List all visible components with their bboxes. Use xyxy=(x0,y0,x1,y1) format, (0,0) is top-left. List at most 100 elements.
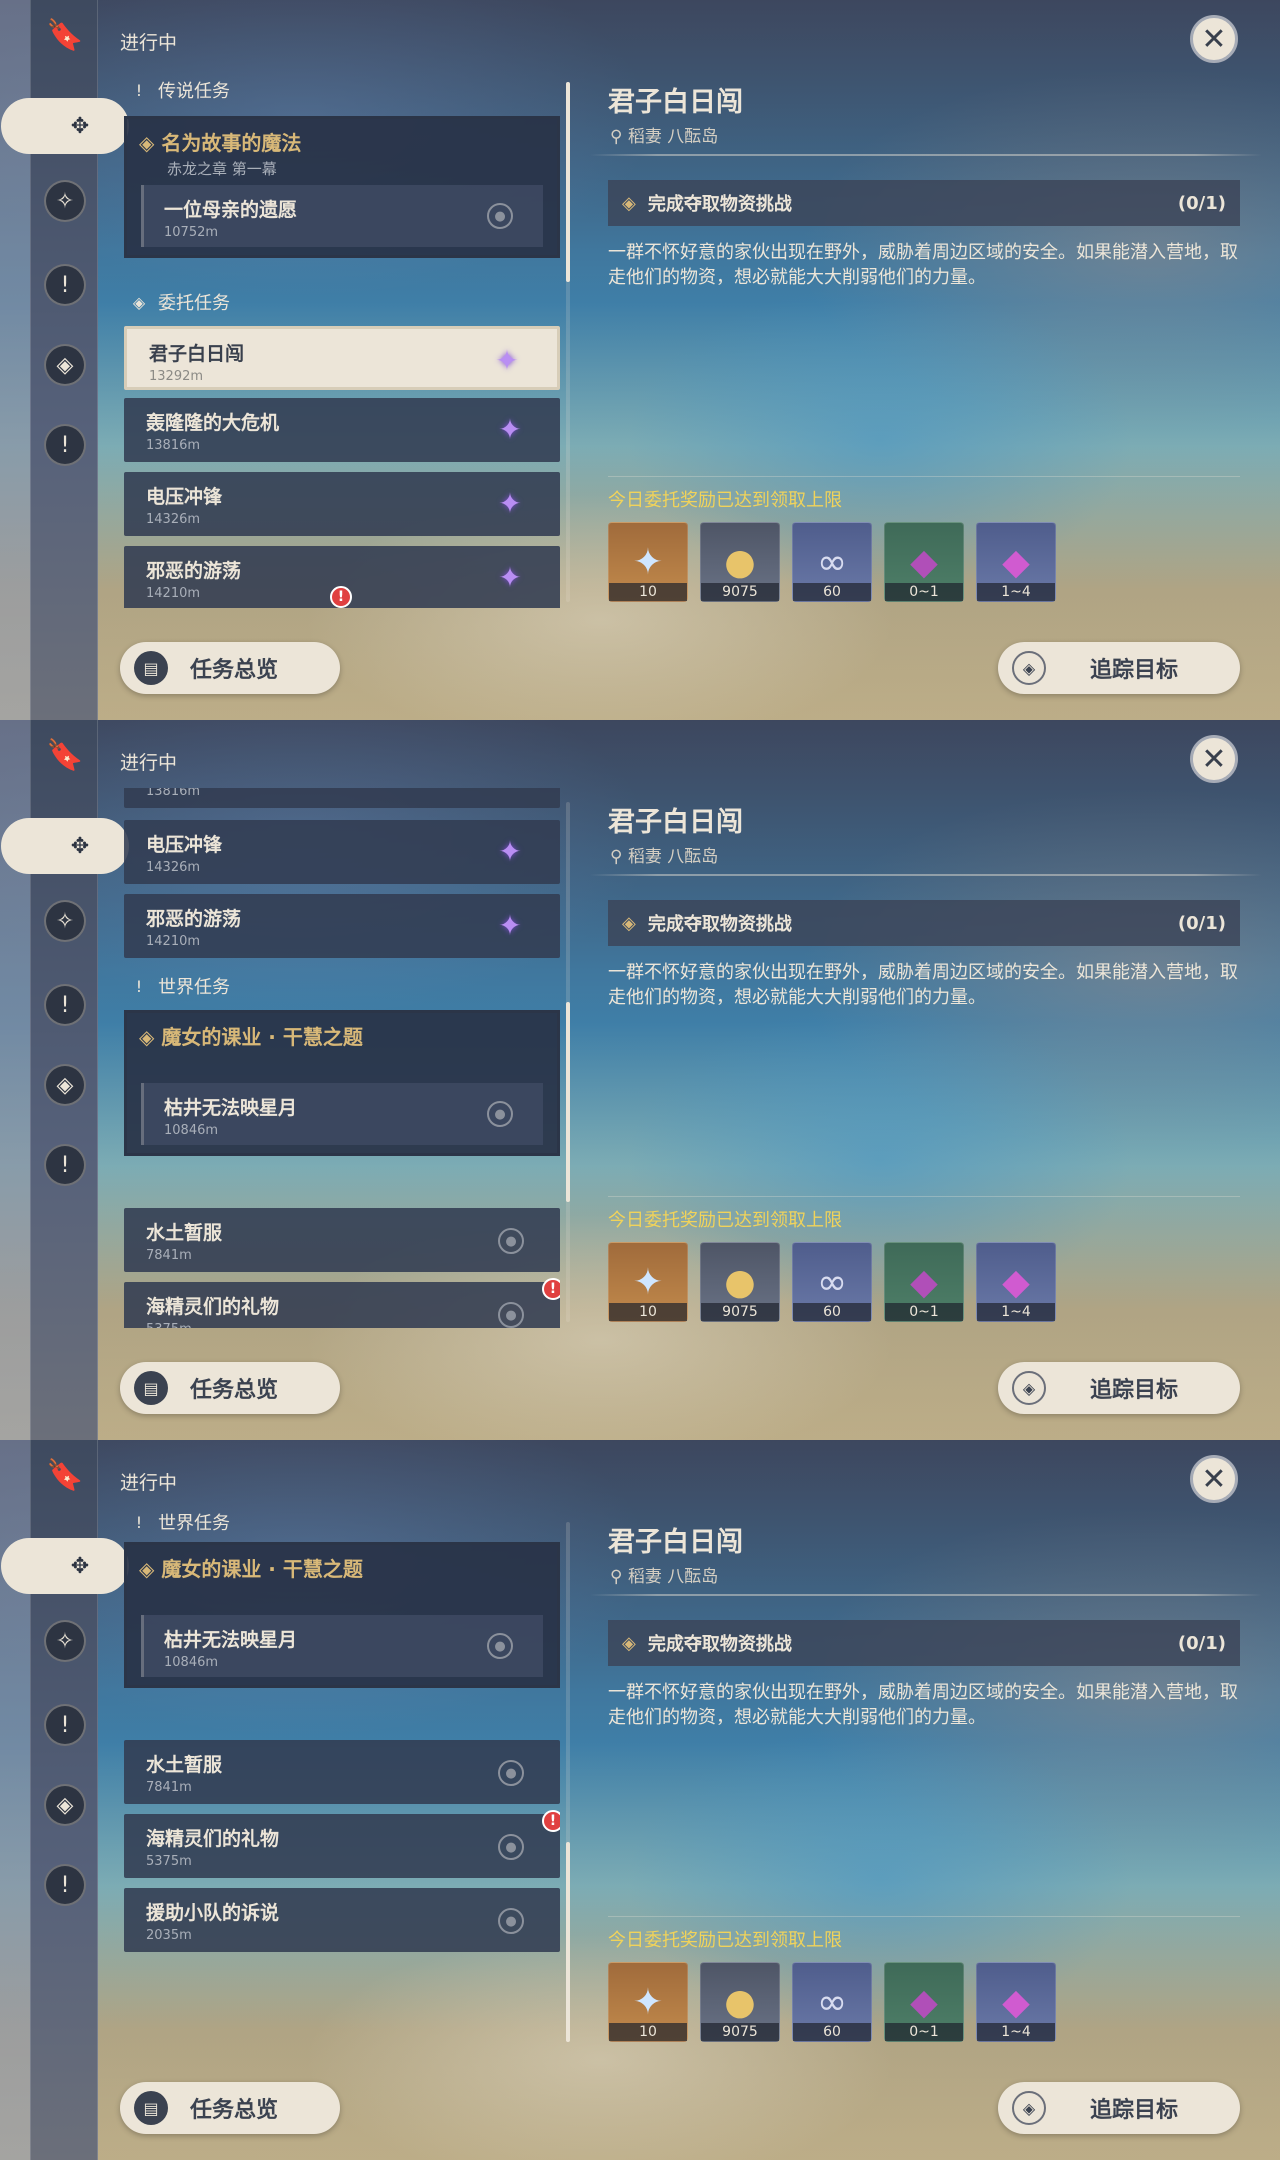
scrollbar[interactable] xyxy=(566,1522,570,2042)
quest-card-c4[interactable]: 邪恶的游荡 14210m ✦ xyxy=(124,894,560,958)
alert-icon: ! xyxy=(542,1278,560,1300)
sidebar: 🔖 ✥ ✧ ! ◈ ! xyxy=(1,0,129,720)
location-pin-icon[interactable]: ● xyxy=(498,1302,524,1328)
bookmark-icon[interactable]: 🔖 xyxy=(44,1454,86,1496)
objective-row: ◈ 完成夺取物资挑战 (0/1) xyxy=(608,1620,1240,1666)
primogem-icon[interactable]: ✦ 10 xyxy=(608,522,688,602)
in-progress-label: 进行中 xyxy=(120,1472,178,1494)
commission-star-icon: ✦ xyxy=(498,835,522,868)
divider xyxy=(608,1196,1240,1197)
crystal-purple-icon[interactable]: ◆ 1~4 xyxy=(976,522,1056,602)
close-button[interactable]: ✕ xyxy=(1190,1455,1238,1503)
quest-overview-button[interactable]: ▤ 任务总览 xyxy=(120,642,340,694)
quest-card-c4[interactable]: 邪恶的游荡 14210m ✦! xyxy=(124,546,560,608)
primogem-icon[interactable]: ✦ 10 xyxy=(608,1962,688,2042)
archon-icon[interactable]: ✧ xyxy=(44,180,86,222)
story-icon[interactable]: ! xyxy=(44,984,86,1026)
bookmark-icon[interactable]: 🔖 xyxy=(44,734,86,776)
mora-icon[interactable]: ● 9075 xyxy=(700,1962,780,2042)
commission-icon[interactable]: ◈ xyxy=(44,1064,86,1106)
companionship-icon[interactable]: ∞ 60 xyxy=(792,1242,872,1322)
location-pin-icon[interactable]: ● xyxy=(498,1908,524,1934)
archon-icon[interactable]: ✧ xyxy=(44,900,86,942)
quest-description: 一群不怀好意的家伙出现在野外，威胁着周边区域的安全。如果能潜入营地，取走他们的物… xyxy=(608,242,1238,288)
archon-sub-quest[interactable]: 一位母亲的遗愿 10752m ● xyxy=(141,185,543,247)
story-icon[interactable]: ! xyxy=(44,264,86,306)
section-archon: ! 传说任务 xyxy=(130,76,230,104)
quest-overview-button[interactable]: ▤ 任务总览 xyxy=(120,2082,340,2134)
world-sub-quest[interactable]: 枯井无法映星月 10846m ● xyxy=(141,1615,543,1677)
mora-icon[interactable]: ● 9075 xyxy=(700,1242,780,1322)
close-button[interactable]: ✕ xyxy=(1190,15,1238,63)
commission-star-icon: ✦ xyxy=(498,909,522,942)
location-pin-icon[interactable]: ● xyxy=(498,1228,524,1254)
crystal-green-icon[interactable]: ◆ 0~1 xyxy=(884,522,964,602)
quest-list[interactable]: ! 传说任务 ◈ 名为故事的魔法 赤龙之章 第一幕 一位母亲的遗愿 10752m ● ◈… xyxy=(120,68,560,608)
crystal-purple-icon[interactable]: ◆ 1~4 xyxy=(976,1962,1056,2042)
scroll-thumb[interactable] xyxy=(566,82,570,282)
world-icon[interactable]: ! xyxy=(44,1144,86,1186)
location-pin-icon[interactable]: ● xyxy=(498,1760,524,1786)
track-button[interactable]: ◈ 追踪目标 xyxy=(998,2082,1240,2134)
crystal-green-icon[interactable]: ◆ 0~1 xyxy=(884,1242,964,1322)
location-pin-icon[interactable]: ● xyxy=(487,203,513,229)
quest-all-icon[interactable]: ✥ xyxy=(1,818,129,874)
quest-list[interactable]: ! 世界任务 ◈ 魔女的课业 · 干慧之题 枯井无法映星月 10846m ● 水土暂服… xyxy=(120,1508,560,2048)
sidebar: 🔖 ✥ ✧ ! ◈ ! xyxy=(1,720,129,1440)
mora-icon[interactable]: ● 9075 xyxy=(700,522,780,602)
section-world: ! 世界任务 xyxy=(130,972,230,1000)
quest-card-w4[interactable]: 援助小队的诉说 2035m ● xyxy=(124,1888,560,1952)
quest-card-w2[interactable]: 水土暂服 7841m ● xyxy=(124,1740,560,1804)
quest-list[interactable]: 轰隆隆的大危机13816m✦ 电压冲锋14326m✦ 邪恶的游荡14210m✦ … xyxy=(120,788,560,1328)
quest-overview-button[interactable]: ▤ 任务总览 xyxy=(120,1362,340,1414)
objective-row: ◈ 完成夺取物资挑战 (0/1) xyxy=(608,180,1240,226)
story-icon[interactable]: ! xyxy=(44,1704,86,1746)
objective-icon: ◈ xyxy=(622,912,636,934)
scrollbar[interactable] xyxy=(566,802,570,1322)
world-sub-quest[interactable]: 枯井无法映星月 10846m ● xyxy=(141,1083,543,1145)
world-quest-group[interactable]: ◈ 魔女的课业 · 干慧之题 枯井无法映星月 10846m ● xyxy=(124,1542,560,1688)
commission-icon[interactable]: ◈ xyxy=(44,1784,86,1826)
quest-card-w2[interactable]: 水土暂服 7841m ● xyxy=(124,1208,560,1272)
location-pin-icon[interactable]: ● xyxy=(487,1101,513,1127)
quest-card-c2[interactable]: 轰隆隆的大危机13816m✦ xyxy=(124,788,560,808)
commission-star-icon: ✦ xyxy=(498,561,522,594)
world-icon[interactable]: ! xyxy=(44,424,86,466)
world-icon[interactable]: ! xyxy=(44,1864,86,1906)
quest-card-c3[interactable]: 电压冲锋 14326m ✦ xyxy=(124,472,560,536)
bookmark-icon[interactable]: 🔖 xyxy=(44,14,86,56)
commission-icon[interactable]: ◈ xyxy=(44,344,86,386)
track-icon: ◈ xyxy=(1012,2091,1046,2125)
quest-all-icon[interactable]: ✥ xyxy=(1,1538,129,1594)
commission-small-icon: ◈ xyxy=(132,292,146,312)
location-pin-icon[interactable]: ● xyxy=(487,1633,513,1659)
location-pin-icon: ⚲ xyxy=(610,1567,628,1587)
quest-all-icon[interactable]: ✥ xyxy=(1,98,129,154)
reward-list: ✦ 10 ● 9075 ∞ 60 ◆ 0~1 ◆ 1~4 xyxy=(608,1242,1056,1322)
quest-card-c1[interactable]: 君子白日闯 13292m ✦ xyxy=(124,326,560,390)
quest-card-c2[interactable]: 轰隆隆的大危机13816m✦ xyxy=(124,398,560,462)
quest-card-w3[interactable]: 海精灵们的礼物5375m●! xyxy=(124,1810,560,1878)
quest-card-w3[interactable]: 海精灵们的礼物5375m●! xyxy=(124,1278,560,1328)
archon-quest-group[interactable]: ◈ 名为故事的魔法 赤龙之章 第一幕 一位母亲的遗愿 10752m ● xyxy=(124,116,560,258)
world-quest-group[interactable]: ◈ 魔女的课业 · 干慧之题 枯井无法映星月 10846m ● xyxy=(124,1010,560,1156)
close-button[interactable]: ✕ xyxy=(1190,735,1238,783)
track-button[interactable]: ◈ 追踪目标 xyxy=(998,1362,1240,1414)
location-pin-icon: ⚲ xyxy=(610,127,628,147)
scroll-thumb[interactable] xyxy=(566,1842,570,2042)
detail-title: 君子白日闯 xyxy=(608,87,743,118)
archon-icon[interactable]: ✧ xyxy=(44,1620,86,1662)
companionship-icon[interactable]: ∞ 60 xyxy=(792,1962,872,2042)
quest-card-c3[interactable]: 电压冲锋 14326m ✦ xyxy=(124,820,560,884)
track-button[interactable]: ◈ 追踪目标 xyxy=(998,642,1240,694)
companionship-icon[interactable]: ∞ 60 xyxy=(792,522,872,602)
primogem-icon[interactable]: ✦ 10 xyxy=(608,1242,688,1322)
section-commission: ◈ 委托任务 xyxy=(130,288,230,316)
scrollbar[interactable] xyxy=(566,82,570,602)
objective-icon: ◈ xyxy=(622,192,636,214)
location-pin-icon[interactable]: ● xyxy=(498,1834,524,1860)
crystal-green-icon[interactable]: ◆ 0~1 xyxy=(884,1962,964,2042)
reward-limit-note: 今日委托奖励已达到领取上限 xyxy=(608,1930,842,1951)
scroll-thumb[interactable] xyxy=(566,1002,570,1202)
crystal-purple-icon[interactable]: ◆ 1~4 xyxy=(976,1242,1056,1322)
